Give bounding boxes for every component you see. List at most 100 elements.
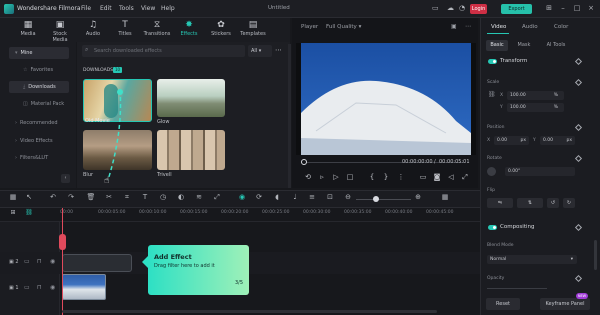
menu-file[interactable]: File — [81, 5, 91, 12]
zoom-out-icon[interactable]: ⊖ — [343, 193, 353, 201]
sidebar-item-downloads[interactable]: ⤓ Downloads — [9, 81, 69, 93]
effect-thumb-trivell[interactable] — [157, 130, 225, 170]
rotate-left-button[interactable]: ↺ — [547, 198, 559, 208]
layout-icon[interactable]: ▦ — [8, 193, 18, 201]
tab-media[interactable]: ▦ Media — [13, 20, 43, 42]
undo-icon[interactable]: ↶ — [48, 193, 58, 201]
minimize-icon[interactable]: – — [559, 3, 567, 13]
sidebar-item-mine[interactable]: ▾ Mine — [9, 47, 69, 59]
color-icon[interactable]: ◐ — [176, 193, 186, 201]
zoom-slider[interactable] — [356, 199, 411, 200]
tab-color[interactable]: Color — [554, 24, 568, 30]
cut-icon[interactable]: ✂ — [104, 193, 114, 201]
speed-icon[interactable]: ◷ — [158, 193, 168, 201]
browser-scrollbar[interactable] — [288, 44, 291, 188]
more-options-icon[interactable]: ⋯ — [275, 45, 285, 57]
menu-edit[interactable]: Edit — [100, 5, 112, 12]
zoom-fit-icon[interactable]: ⤢ — [212, 193, 222, 202]
grid-icon[interactable]: ⊞ — [545, 3, 553, 13]
video-clip[interactable] — [62, 274, 106, 300]
effect-drop-zone[interactable] — [62, 254, 132, 272]
reset-button[interactable]: Reset — [486, 298, 520, 310]
step-back-icon[interactable]: ▹ — [317, 173, 327, 181]
close-icon[interactable]: × — [587, 3, 595, 13]
tab-stickers[interactable]: ✿ Stickers — [206, 20, 236, 42]
cloud-icon[interactable]: ☁ — [447, 4, 454, 12]
zoom-in-icon[interactable]: ⊕ — [413, 193, 423, 201]
text-icon[interactable]: T — [140, 193, 150, 201]
export-button[interactable]: Export — [501, 4, 532, 14]
tab-audio[interactable]: ♫ Audio — [78, 20, 108, 42]
menu-tools[interactable]: Tools — [119, 5, 134, 12]
blend-mode-select[interactable]: Normal ▾ — [487, 255, 577, 264]
sidebar-item-material-pack[interactable]: ◫ Material Pack — [9, 98, 69, 110]
tab-templates[interactable]: ▤ Templates — [238, 20, 268, 42]
crop-icon[interactable]: ⌗ — [122, 193, 132, 202]
keyframe-panel-button[interactable]: Keyframe Panel — [540, 298, 590, 310]
delete-icon[interactable]: 🗑 — [86, 193, 96, 201]
collapse-sidebar-icon[interactable]: ‹ — [61, 174, 70, 183]
opacity-slider[interactable] — [487, 288, 547, 289]
redo-icon[interactable]: ↷ — [66, 193, 76, 201]
menu-view[interactable]: View — [141, 5, 155, 12]
panel-scrollbar[interactable] — [594, 240, 597, 270]
link-icon[interactable]: ⛓ — [488, 91, 496, 98]
grid-view-icon[interactable]: ▦ — [440, 193, 450, 201]
add-track-icon[interactable]: ⊞ — [8, 209, 18, 216]
mark-out-icon[interactable]: } — [381, 173, 391, 181]
more-options-icon[interactable]: ⋯ — [465, 23, 471, 30]
volume-icon[interactable]: ◁ — [446, 173, 456, 181]
scale-x-field[interactable]: 100.00% — [507, 91, 564, 100]
select-icon[interactable]: ↖ — [24, 193, 34, 201]
scale-y-field[interactable]: 100.00% — [507, 103, 564, 112]
maximize-icon[interactable]: □ — [573, 3, 581, 13]
player-tab[interactable]: Player — [301, 24, 318, 30]
marker-icon[interactable]: ◖ — [272, 193, 282, 201]
audio-wave-icon[interactable]: ≋ — [194, 193, 204, 201]
zoom-slider-handle[interactable] — [373, 196, 379, 202]
folder-icon[interactable]: ▭ — [24, 284, 30, 291]
tab-titles[interactable]: T Titles — [110, 20, 140, 42]
tab-effects[interactable]: ✸ Effects — [174, 20, 204, 42]
snap-icon[interactable]: ◉ — [237, 193, 247, 201]
rotate-field[interactable]: 0.00° — [505, 167, 575, 176]
tab-video[interactable]: Video — [491, 24, 506, 30]
sidebar-item-recommended[interactable]: › Recommended — [9, 117, 69, 129]
quality-select[interactable]: Full Quality ▾ — [326, 24, 361, 30]
list-icon[interactable]: ≡ — [307, 193, 317, 201]
monitor-icon[interactable]: ▭ — [432, 4, 439, 12]
mark-in-icon[interactable]: { — [367, 173, 377, 181]
position-x-field[interactable]: 0.00 px — [494, 136, 529, 145]
prev-frame-icon[interactable]: ⟲ — [303, 173, 313, 181]
transform-toggle[interactable] — [488, 59, 497, 64]
position-y-field[interactable]: 0.00 px — [540, 136, 575, 145]
effect-thumb-glow[interactable] — [157, 79, 225, 117]
flip-horizontal-button[interactable]: ⇋ — [487, 198, 513, 208]
render-icon[interactable]: ⊡ — [325, 193, 335, 201]
split-icon[interactable]: ⋮ — [396, 173, 406, 181]
rotate-right-button[interactable]: ↻ — [563, 198, 575, 208]
search-input[interactable]: Search downloaded effects — [82, 45, 245, 57]
sidebar-item-video-effects[interactable]: › Video Effects — [9, 135, 69, 147]
tab-stock-media[interactable]: ▣ Stock Media — [45, 20, 75, 43]
sidebar-item-favorites[interactable]: ☆ Favorites — [9, 64, 69, 76]
login-button[interactable]: Login — [470, 4, 487, 14]
timeline-scrollbar[interactable] — [62, 310, 437, 313]
sidebar-item-filters-lut[interactable]: › Filters&LUT — [9, 152, 69, 164]
link-track-icon[interactable]: ⛓ — [24, 209, 34, 216]
tab-transitions[interactable]: ⧖ Transitions — [142, 20, 172, 42]
camera-icon[interactable]: ◙ — [432, 173, 442, 181]
playhead-handle[interactable] — [59, 234, 66, 250]
subtab-mask[interactable]: Mask — [513, 40, 535, 51]
mic-icon[interactable]: ♩ — [290, 193, 300, 201]
eye-icon[interactable]: ◉ — [50, 258, 55, 265]
fullscreen-icon[interactable]: ⤢ — [460, 173, 470, 182]
flip-vertical-button[interactable]: ⇅ — [517, 198, 543, 208]
tab-audio-properties[interactable]: Audio — [522, 24, 538, 30]
lock-icon[interactable]: ⊓ — [37, 258, 42, 265]
video-preview[interactable] — [296, 43, 476, 155]
play-icon[interactable]: ▷ — [331, 173, 341, 181]
menu-help[interactable]: Help — [161, 5, 175, 12]
sync-icon[interactable]: ⟳ — [254, 193, 264, 201]
subtab-ai-tools[interactable]: AI Tools — [541, 40, 571, 51]
